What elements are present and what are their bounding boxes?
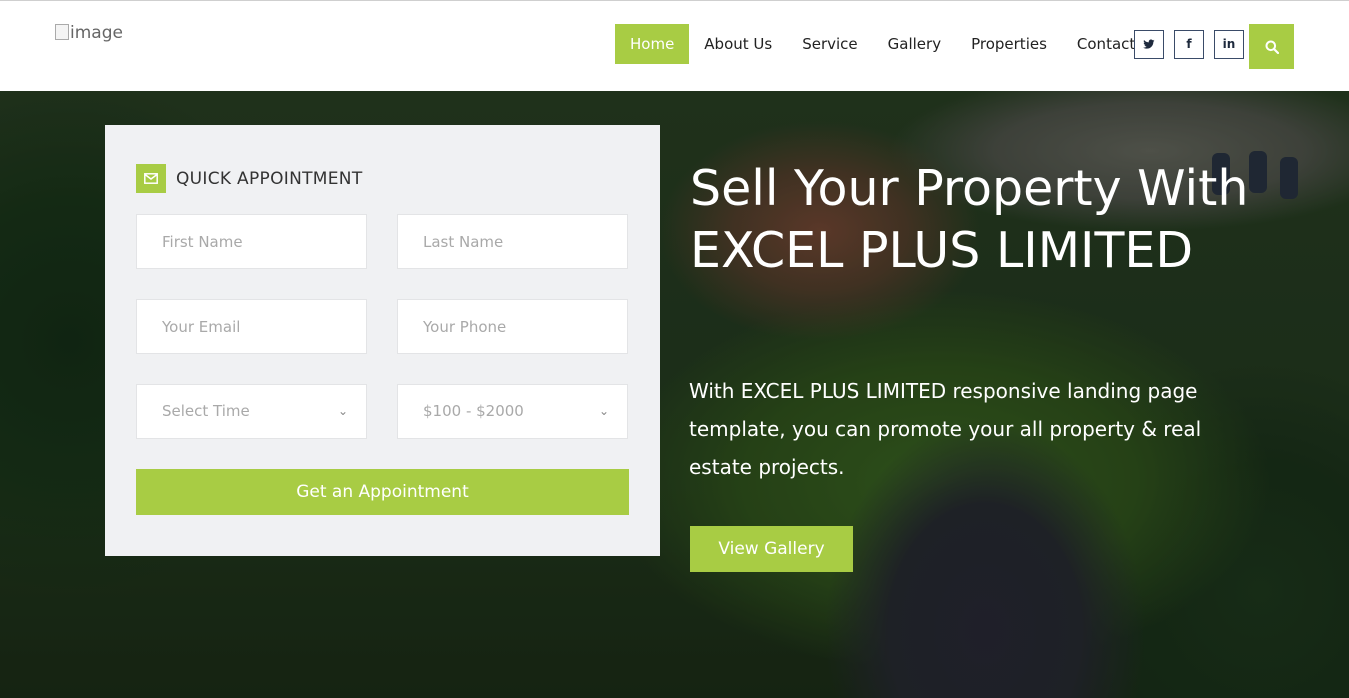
email-input[interactable] bbox=[136, 299, 367, 354]
hero-title: Sell Your Property With EXCEL PLUS LIMIT… bbox=[690, 160, 1249, 279]
search-button[interactable] bbox=[1249, 24, 1294, 69]
chevron-down-icon: ⌄ bbox=[337, 404, 348, 418]
form-title: QUICK APPOINTMENT bbox=[176, 168, 363, 189]
envelope-icon bbox=[136, 164, 166, 193]
facebook-icon: f bbox=[1186, 37, 1192, 51]
twitter-button[interactable] bbox=[1134, 30, 1164, 59]
nav-item-home[interactable]: Home bbox=[615, 24, 690, 64]
get-appointment-button[interactable]: Get an Appointment bbox=[136, 469, 629, 515]
budget-select-value: $100 - $2000 bbox=[423, 402, 524, 420]
broken-image-icon bbox=[55, 24, 69, 40]
time-select[interactable]: Select Time ⌄ bbox=[136, 384, 367, 439]
time-select-value: Select Time bbox=[162, 402, 250, 420]
hero-description: With EXCEL PLUS LIMITED responsive landi… bbox=[689, 379, 1202, 479]
nav-item-service[interactable]: Service bbox=[787, 24, 872, 64]
nav-item-gallery[interactable]: Gallery bbox=[873, 24, 956, 64]
first-name-input[interactable] bbox=[136, 214, 367, 269]
linkedin-icon: in bbox=[1222, 37, 1236, 51]
phone-input[interactable] bbox=[397, 299, 628, 354]
site-header: image Home About Us Service Gallery Prop… bbox=[0, 0, 1349, 91]
search-icon bbox=[1265, 40, 1279, 54]
main-nav: Home About Us Service Gallery Properties… bbox=[615, 24, 1150, 64]
logo-alt-text: image bbox=[70, 23, 123, 43]
quick-appointment-form: QUICK APPOINTMENT Select Time ⌄ $100 - $… bbox=[105, 125, 660, 556]
view-gallery-button[interactable]: View Gallery bbox=[690, 526, 853, 572]
form-header: QUICK APPOINTMENT bbox=[136, 164, 363, 193]
budget-select[interactable]: $100 - $2000 ⌄ bbox=[397, 384, 628, 439]
twitter-icon bbox=[1143, 39, 1155, 49]
last-name-input[interactable] bbox=[397, 214, 628, 269]
facebook-button[interactable]: f bbox=[1174, 30, 1204, 59]
chevron-down-icon: ⌄ bbox=[598, 404, 609, 418]
nav-item-properties[interactable]: Properties bbox=[956, 24, 1062, 64]
nav-item-about-us[interactable]: About Us bbox=[689, 24, 787, 64]
linkedin-button[interactable]: in bbox=[1214, 30, 1244, 59]
site-logo[interactable]: image bbox=[55, 23, 123, 43]
